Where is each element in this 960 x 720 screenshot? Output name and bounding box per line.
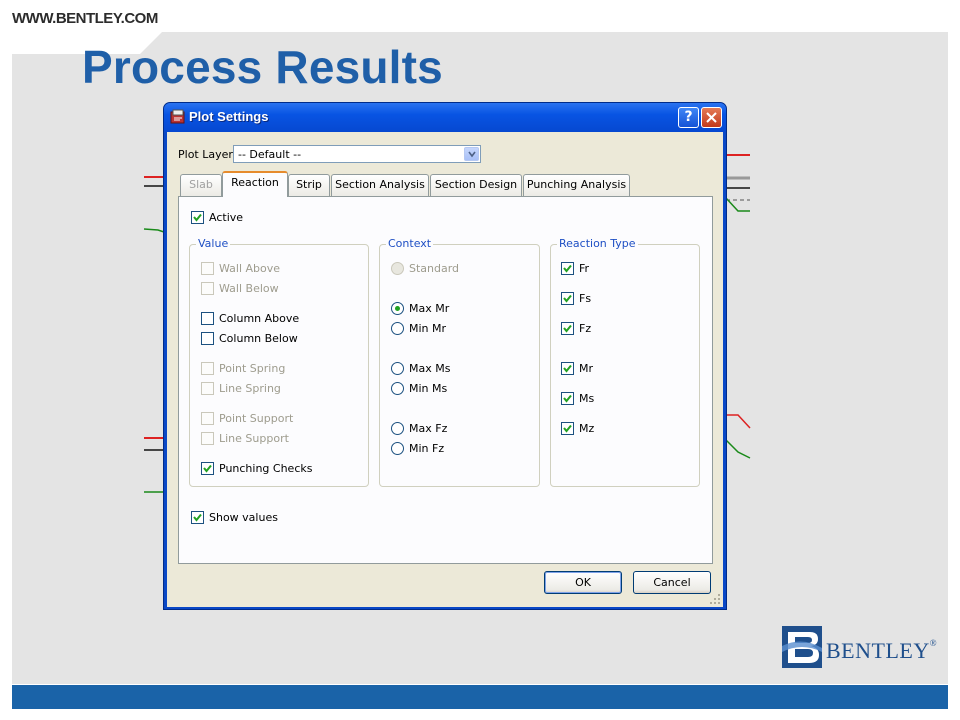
checkmark-icon xyxy=(563,424,572,433)
line-spring-label: Line Spring xyxy=(219,382,281,395)
tab-punching-analysis[interactable]: Punching Analysis xyxy=(523,174,630,196)
min-mr-radio[interactable] xyxy=(391,322,404,335)
chevron-down-icon xyxy=(468,151,476,158)
checkmark-icon xyxy=(193,513,202,522)
dialog-title: Plot Settings xyxy=(189,109,269,124)
dialog-titlebar[interactable]: Plot Settings ? xyxy=(164,103,726,132)
fr-checkbox[interactable] xyxy=(561,262,574,275)
line-support-checkbox[interactable] xyxy=(201,432,214,445)
checkmark-icon xyxy=(563,324,572,333)
ms-label: Ms xyxy=(579,392,595,405)
mr-checkbox[interactable] xyxy=(561,362,574,375)
plot-layer-value: -- Default -- xyxy=(238,148,302,161)
point-spring-checkbox[interactable] xyxy=(201,362,214,375)
max-ms-label: Max Ms xyxy=(409,362,451,375)
footer-bar xyxy=(12,685,948,709)
bentley-logo-icon xyxy=(782,626,822,668)
checkmark-icon xyxy=(563,294,572,303)
ok-button[interactable]: OK xyxy=(544,571,622,594)
show-values-label: Show values xyxy=(209,511,278,524)
value-group-title: Value xyxy=(196,237,231,250)
wall-above-label: Wall Above xyxy=(219,262,281,275)
tab-strip[interactable]: Strip xyxy=(288,174,330,196)
tab-section-analysis[interactable]: Section Analysis xyxy=(331,174,429,196)
tab-reaction[interactable]: Reaction xyxy=(222,171,288,197)
mr-label: Mr xyxy=(579,362,594,375)
ms-checkbox[interactable] xyxy=(561,392,574,405)
standard-label: Standard xyxy=(409,262,460,275)
min-ms-label: Min Ms xyxy=(409,382,448,395)
dropdown-button[interactable] xyxy=(464,147,479,161)
plot-settings-dialog: Plot Settings ? Plot Layer: -- Default -… xyxy=(163,102,727,610)
wall-below-label: Wall Below xyxy=(219,282,279,295)
line-support-label: Line Support xyxy=(219,432,289,445)
close-icon xyxy=(706,112,717,123)
min-fz-label: Min Fz xyxy=(409,442,445,455)
plot-layer-label: Plot Layer: xyxy=(178,148,237,161)
bentley-logo-text: BENTLEY® xyxy=(826,638,938,663)
checkmark-icon xyxy=(563,264,572,273)
context-group: Context Standard Max Mr Min Mr Max Ms Mi… xyxy=(379,237,540,487)
fs-label: Fs xyxy=(579,292,592,305)
value-group: Value Wall Above Wall Below Column Above… xyxy=(189,237,369,487)
max-mr-radio[interactable] xyxy=(391,302,404,315)
fz-checkbox[interactable] xyxy=(561,322,574,335)
mz-label: Mz xyxy=(579,422,595,435)
fr-label: Fr xyxy=(579,262,590,275)
tab-section-design[interactable]: Section Design xyxy=(430,174,522,196)
fs-checkbox[interactable] xyxy=(561,292,574,305)
standard-radio[interactable] xyxy=(391,262,404,275)
checkmark-icon xyxy=(203,464,212,473)
checkmark-icon xyxy=(563,364,572,373)
point-spring-label: Point Spring xyxy=(219,362,286,375)
reaction-tab-panel: Active Value Wall Above Wall Below Colum… xyxy=(178,196,713,564)
resize-grip-icon[interactable] xyxy=(709,593,721,605)
bentley-logo: BENTLEY® xyxy=(782,626,937,670)
app-icon xyxy=(170,109,185,124)
max-mr-label: Max Mr xyxy=(409,302,450,315)
point-support-checkbox[interactable] xyxy=(201,412,214,425)
show-values-checkbox[interactable] xyxy=(191,511,204,524)
plot-layer-dropdown[interactable]: -- Default -- xyxy=(233,145,481,163)
fz-label: Fz xyxy=(579,322,592,335)
active-checkbox[interactable] xyxy=(191,211,204,224)
max-ms-radio[interactable] xyxy=(391,362,404,375)
cancel-button[interactable]: Cancel xyxy=(633,571,711,594)
mz-checkbox[interactable] xyxy=(561,422,574,435)
point-support-label: Point Support xyxy=(219,412,294,425)
column-below-label: Column Below xyxy=(219,332,298,345)
min-mr-label: Min Mr xyxy=(409,322,447,335)
checkmark-icon xyxy=(563,394,572,403)
column-above-label: Column Above xyxy=(219,312,300,325)
max-fz-label: Max Fz xyxy=(409,422,448,435)
context-group-title: Context xyxy=(386,237,434,250)
column-above-checkbox[interactable] xyxy=(201,312,214,325)
punching-checks-checkbox[interactable] xyxy=(201,462,214,475)
min-ms-radio[interactable] xyxy=(391,382,404,395)
active-label: Active xyxy=(209,211,244,224)
column-below-checkbox[interactable] xyxy=(201,332,214,345)
line-spring-checkbox[interactable] xyxy=(201,382,214,395)
reaction-type-group: Reaction Type Fr Fs Fz Mr Ms Mz xyxy=(550,237,700,487)
close-button[interactable] xyxy=(701,107,722,128)
punching-checks-label: Punching Checks xyxy=(219,462,313,475)
reaction-type-group-title: Reaction Type xyxy=(557,237,638,250)
min-fz-radio[interactable] xyxy=(391,442,404,455)
max-fz-radio[interactable] xyxy=(391,422,404,435)
wall-above-checkbox[interactable] xyxy=(201,262,214,275)
wall-below-checkbox[interactable] xyxy=(201,282,214,295)
dialog-client-area: Plot Layer: -- Default -- Slab Reaction … xyxy=(167,132,723,607)
help-button[interactable]: ? xyxy=(678,107,699,128)
tab-slab: Slab xyxy=(180,174,222,196)
checkmark-icon xyxy=(193,213,202,222)
